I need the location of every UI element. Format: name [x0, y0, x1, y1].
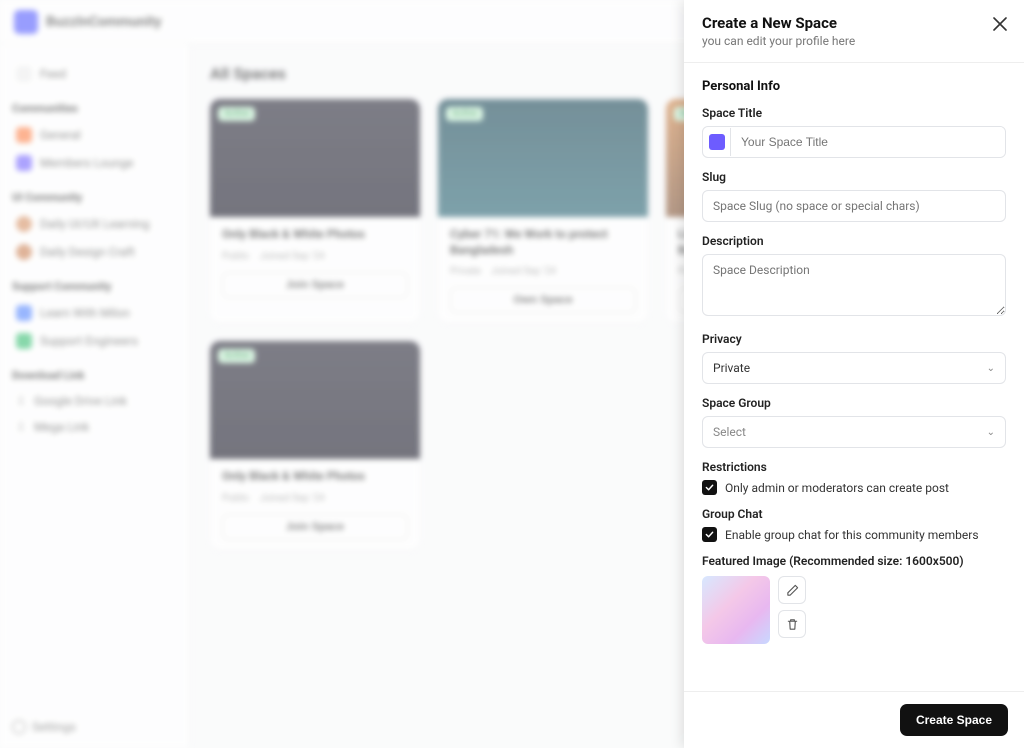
drawer-body: Personal Info Space Title Slug Descripti…: [684, 63, 1024, 691]
color-swatch-button[interactable]: [703, 128, 731, 156]
drawer-header: Create a New Space you can edit your pro…: [684, 0, 1024, 63]
space-title-input[interactable]: [731, 127, 1005, 157]
delete-image-button[interactable]: [778, 610, 806, 638]
privacy-select[interactable]: Private ⌄: [702, 352, 1006, 384]
space-title-field: [702, 126, 1006, 158]
featured-image-thumbnail[interactable]: [702, 576, 770, 644]
description-input[interactable]: [702, 254, 1006, 316]
privacy-value: Private: [713, 361, 750, 375]
restrictions-check-label: Only admin or moderators can create post: [725, 481, 949, 495]
drawer-title: Create a New Space: [702, 14, 1006, 32]
label-privacy: Privacy: [702, 332, 1006, 346]
label-restrictions: Restrictions: [702, 460, 1006, 474]
trash-icon: [786, 618, 799, 631]
restrictions-checkbox[interactable]: [702, 480, 717, 495]
label-featured-image: Featured Image (Recommended size: 1600x5…: [702, 554, 1006, 568]
create-space-button[interactable]: Create Space: [900, 704, 1008, 736]
groupchat-check-label: Enable group chat for this community mem…: [725, 528, 979, 542]
chevron-down-icon: ⌄: [987, 427, 995, 438]
color-swatch-icon: [709, 134, 725, 150]
label-space-title: Space Title: [702, 106, 1006, 120]
space-group-select[interactable]: Select ⌄: [702, 416, 1006, 448]
close-button[interactable]: [990, 14, 1010, 34]
check-icon: [705, 530, 714, 539]
pencil-icon: [786, 584, 799, 597]
create-space-drawer: Create a New Space you can edit your pro…: [684, 0, 1024, 748]
label-group-chat: Group Chat: [702, 507, 1006, 521]
label-space-group: Space Group: [702, 396, 1006, 410]
check-icon: [705, 483, 714, 492]
chevron-down-icon: ⌄: [987, 363, 995, 374]
drawer-footer: Create Space: [684, 691, 1024, 748]
restrictions-checkbox-row[interactable]: Only admin or moderators can create post: [702, 480, 1006, 495]
section-personal-info: Personal Info: [702, 79, 1006, 94]
space-group-placeholder: Select: [713, 425, 746, 439]
groupchat-checkbox[interactable]: [702, 527, 717, 542]
groupchat-checkbox-row[interactable]: Enable group chat for this community mem…: [702, 527, 1006, 542]
label-slug: Slug: [702, 170, 1006, 184]
label-description: Description: [702, 234, 1006, 248]
edit-image-button[interactable]: [778, 576, 806, 604]
close-icon: [993, 17, 1007, 31]
drawer-subtitle: you can edit your profile here: [702, 34, 1006, 48]
slug-input[interactable]: [702, 190, 1006, 222]
featured-image-row: [702, 576, 1006, 644]
